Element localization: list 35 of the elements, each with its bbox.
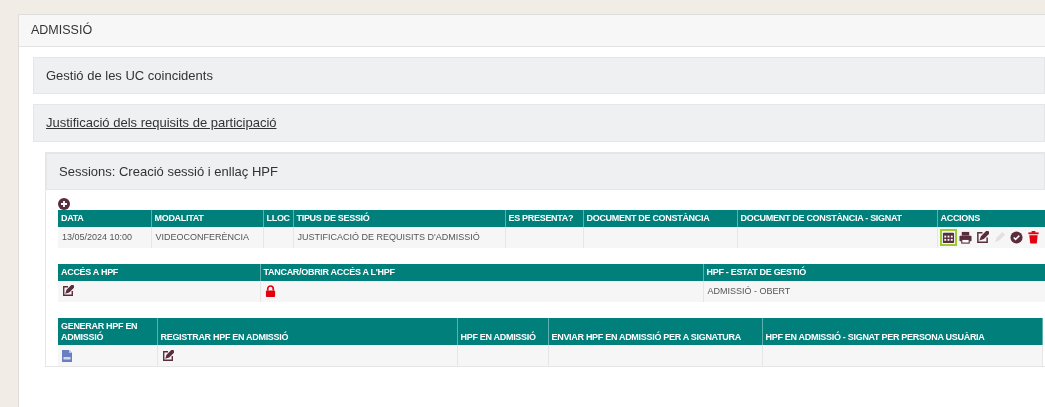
check-circle-icon[interactable]	[1009, 231, 1023, 245]
column-header: TIPUS DE SESSIÓ	[293, 210, 505, 228]
panel-title: ADMISSIÓ	[19, 15, 1045, 47]
column-header: ACCIONS	[937, 210, 1045, 228]
column-header: LLOC	[263, 210, 293, 228]
column-header: GENERAR HPF EN ADMISSIÓ	[58, 317, 157, 346]
column-header: ACCÉS A HPF	[58, 264, 260, 281]
column-header: ENVIAR HPF EN ADMISSIÓ PER A SIGNATURA	[548, 317, 762, 346]
table-cell: JUSTIFICACIÓ DE REQUISITS D'ADMISSIÓ	[293, 227, 505, 249]
add-icon[interactable]	[58, 198, 70, 211]
table-cell: VIDEOCONFERÈNCIA	[151, 227, 263, 249]
trash-icon[interactable]	[1026, 231, 1040, 245]
table-cell	[263, 227, 293, 249]
column-header: DOCUMENT DE CONSTÀNCIA	[583, 210, 737, 228]
column-header: HPF EN ADMISSIÓ - SIGNAT PER PERSONA USUÀRIA	[762, 317, 1042, 346]
column-header: DATA	[58, 210, 151, 228]
printer-icon[interactable]	[958, 231, 972, 245]
edit-icon[interactable]	[161, 349, 174, 362]
column-header: MODALITAT	[151, 210, 263, 228]
section-header: Gestió de les UC coincidents	[33, 56, 1045, 95]
column-header: HPF - ESTAT DE GESTIÓ	[703, 264, 1045, 281]
column-header: TANCAR/OBRIR ACCÉS A L'HPF	[260, 264, 703, 281]
section-header: Sessions: Creació sessió i enllaç HPF	[46, 152, 1045, 191]
column-header: REGISTRAR HPF EN ADMISSIÓ	[157, 317, 457, 346]
edit-icon[interactable]	[62, 285, 74, 298]
calendar-icon[interactable]	[941, 231, 955, 245]
section-link[interactable]: Justificació dels requisits de participació	[46, 115, 277, 131]
edit-icon[interactable]	[975, 231, 989, 245]
column-header: DOCUMENT DE CONSTÀNCIA - SIGNAT	[737, 210, 937, 228]
table-cell: 13/05/2024 10:00	[58, 227, 151, 249]
table-cell: ADMISSIÓ - OBERT	[703, 280, 1045, 302]
column-header: HPF EN ADMISSIÓ	[457, 317, 548, 346]
lock-icon[interactable]	[264, 285, 276, 298]
pdf-file-icon[interactable]	[62, 349, 72, 362]
column-header: ES PRESENTA?	[505, 210, 583, 228]
